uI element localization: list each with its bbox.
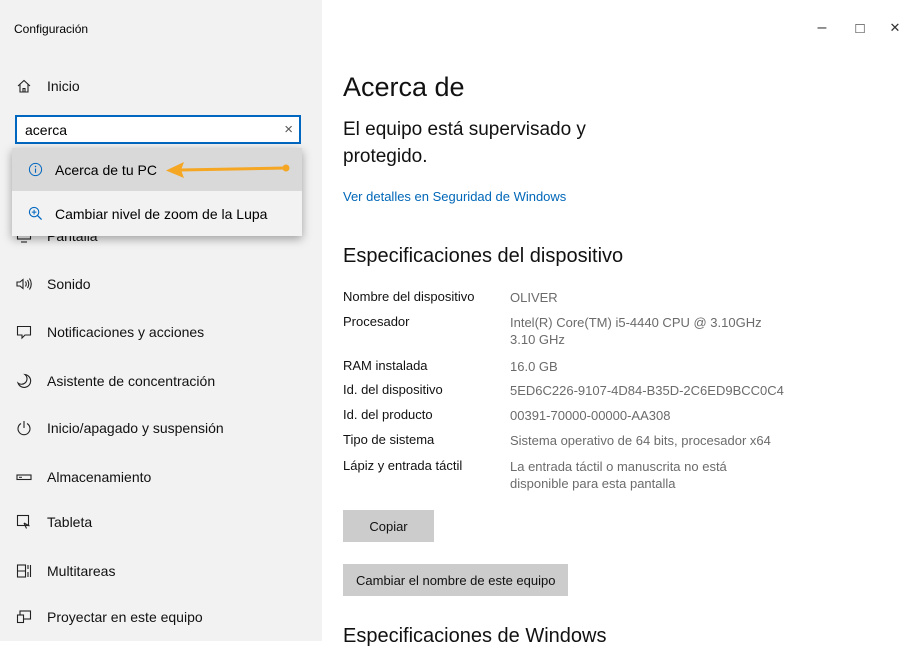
suggestion-label: Cambiar nivel de zoom de la Lupa [55,205,268,222]
sidebar-item-label: Asistente de concentración [47,373,216,389]
sidebar-item-label: Multitareas [47,563,116,579]
power-icon [15,419,33,437]
notifications-icon [15,323,33,341]
spec-value: Sistema operativo de 64 bits, procesador… [510,433,771,448]
spec-label: Nombre del dispositivo [343,289,475,304]
maximize-button[interactable]: □ [845,16,875,40]
sidebar-item-sound[interactable]: Sonido [0,264,322,304]
annotation-arrow-icon [166,162,290,178]
spec-label: Lápiz y entrada táctil [343,458,463,473]
windows-specs-heading: Especificaciones de Windows [343,625,607,647]
info-icon [27,162,43,178]
spec-label: Tipo de sistema [343,432,435,447]
sound-icon [15,275,33,293]
sidebar-item-label: Almacenamiento [47,469,152,485]
sidebar-item-label: Tableta [47,514,93,530]
clear-search-button[interactable]: × [284,121,293,138]
page-title: Acerca de [343,72,465,102]
spec-label: Id. del producto [343,407,433,422]
spec-value: 5ED6C226-9107-4D84-B35D-2C6ED9BCC0C4 [510,383,784,398]
storage-icon [15,468,33,486]
sidebar: Configuración Inicio Pantalla Sonido Not… [0,0,322,641]
spec-value: Intel(R) Core(TM) i5-4440 CPU @ 3.10GHz … [510,315,762,347]
minimize-button[interactable]: – [807,16,837,40]
magnifier-icon [27,206,43,222]
sidebar-item-label: Inicio/apagado y suspensión [47,420,224,436]
moon-icon [15,372,33,390]
sidebar-item-project[interactable]: Proyectar en este equipo [0,597,322,637]
sidebar-item-focus-assist[interactable]: Asistente de concentración [0,361,322,401]
sidebar-item-power-sleep[interactable]: Inicio/apagado y suspensión [0,408,322,448]
sidebar-item-multitasking[interactable]: Multitareas [0,551,322,591]
sidebar-item-label: Inicio [47,78,80,94]
security-details-link[interactable]: Ver detalles en Seguridad de Windows [343,189,566,204]
suggestion-magnifier-zoom[interactable]: Cambiar nivel de zoom de la Lupa [12,192,302,235]
tablet-icon [15,513,33,531]
spec-value: 16.0 GB [510,359,558,374]
rename-pc-button[interactable]: Cambiar el nombre de este equipo [343,564,569,596]
sidebar-item-label: Proyectar en este equipo [47,609,203,625]
home-icon [15,77,33,95]
multitasking-icon [15,562,33,580]
spec-label: Id. del dispositivo [343,382,443,397]
protection-status: El equipo está supervisado y protegido. [343,119,586,167]
search-input[interactable] [25,121,265,138]
sidebar-item-notifications[interactable]: Notificaciones y acciones [0,312,322,352]
sidebar-item-label: Notificaciones y acciones [47,324,205,340]
spec-value: 00391-70000-00000-AA308 [510,408,671,423]
sidebar-item-home[interactable]: Inicio [0,66,322,106]
search-box: × [15,115,301,144]
spec-value: OLIVER [510,290,558,305]
spec-label: RAM instalada [343,358,428,373]
app-title: Configuración [14,22,89,36]
sidebar-item-storage[interactable]: Almacenamiento [0,457,322,497]
spec-label: Procesador [343,314,410,329]
sidebar-item-tablet[interactable]: Tableta [0,502,322,542]
device-specs-heading: Especificaciones del dispositivo [343,245,624,267]
close-button[interactable]: ✕ [880,16,910,40]
projector-icon [15,608,33,626]
spec-value: La entrada táctil o manuscrita no está d… [510,459,727,491]
copy-button[interactable]: Copiar [343,510,434,542]
sidebar-item-label: Sonido [47,276,91,292]
suggestion-label: Acerca de tu PC [55,161,157,178]
